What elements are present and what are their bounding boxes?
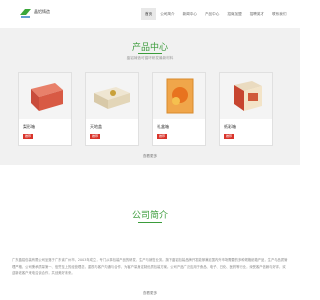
recommend-badge: 推荐 <box>224 134 234 139</box>
nav-item[interactable]: 首页 <box>141 8 157 20</box>
nav-item[interactable]: 公司简介 <box>156 8 178 20</box>
product-name[interactable]: 纸彩箱 <box>224 124 236 130</box>
recommend-badge: 推荐 <box>90 134 100 139</box>
product-card[interactable]: 天地盖 推荐 <box>85 72 139 146</box>
product-center-section: 产品中心 晶铝铸造可循环研发最新材料 梨形箱 推荐 天地盖 推荐 礼盒箱 推荐 … <box>0 28 300 165</box>
product-image[interactable] <box>19 73 71 119</box>
nav-item[interactable]: 联系我们 <box>268 8 290 20</box>
nav-item[interactable]: 招商加盟 <box>223 8 245 20</box>
about-title: 公司简介 <box>131 211 168 221</box>
logo-text[interactable]: 晶铝铸造 <box>34 9 50 15</box>
recommend-badge: 推荐 <box>23 134 33 139</box>
title-underline <box>138 53 162 54</box>
product-card[interactable]: 纸彩箱 推荐 <box>219 72 273 146</box>
about-text: 广东晶铝包装有限公司坐落于广东省广州市，2003年成立，专门从事包装产品的研发、… <box>12 258 288 275</box>
product-name[interactable]: 梨形箱 <box>23 124 35 130</box>
section-title: 产品中心 <box>131 43 168 53</box>
product-name[interactable]: 礼盒箱 <box>157 124 169 130</box>
product-image[interactable] <box>220 73 272 119</box>
products-more-link[interactable]: 查看更多 <box>0 154 300 159</box>
product-card[interactable]: 梨形箱 推荐 <box>18 72 72 146</box>
logo-icon[interactable] <box>19 7 32 19</box>
product-card[interactable]: 礼盒箱 推荐 <box>152 72 206 146</box>
recommend-badge: 推荐 <box>157 134 167 139</box>
product-image[interactable] <box>86 73 138 119</box>
main-nav: 首页 公司简介 新闻中心 产品中心 招商加盟 招聘英才 联系我们 <box>141 8 290 20</box>
nav-item[interactable]: 新闻中心 <box>179 8 201 20</box>
site-header: 晶铝铸造 首页 公司简介 新闻中心 产品中心 招商加盟 招聘英才 联系我们 <box>0 0 300 28</box>
about-more-link[interactable]: 查看更多 <box>0 291 300 296</box>
nav-item[interactable]: 招聘英才 <box>246 8 268 20</box>
product-image[interactable] <box>153 73 205 119</box>
nav-item[interactable]: 产品中心 <box>201 8 223 20</box>
about-underline <box>138 222 162 223</box>
section-subtitle: 晶铝铸造可循环研发最新材料 <box>126 56 174 60</box>
product-name[interactable]: 天地盖 <box>90 124 102 130</box>
